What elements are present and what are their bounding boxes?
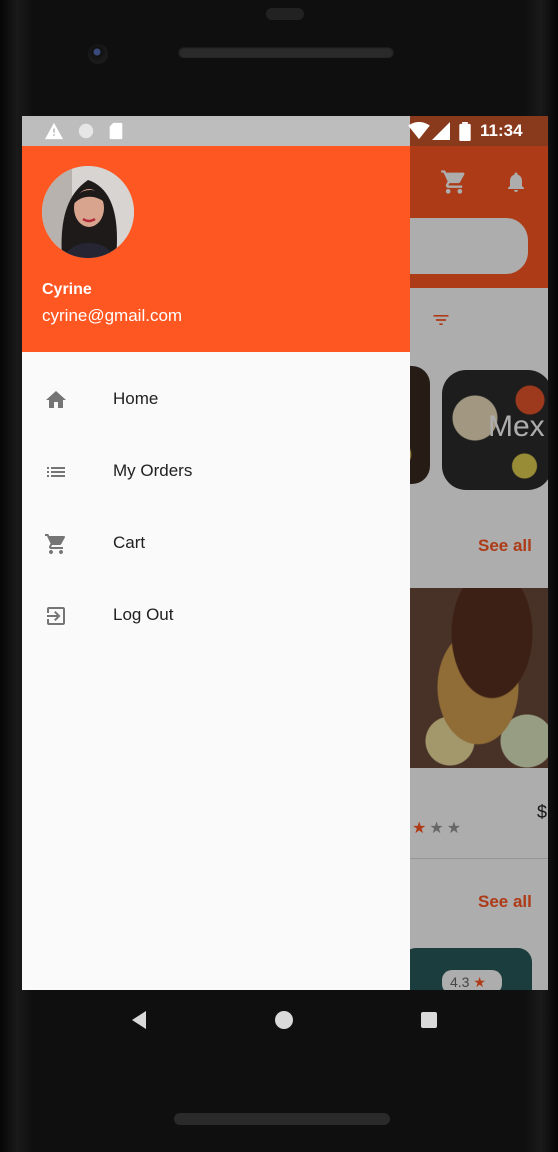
drawer-header: Cyrine cyrine@gmail.com bbox=[22, 146, 410, 352]
recent-apps-icon[interactable] bbox=[421, 1012, 437, 1028]
logout-icon bbox=[47, 607, 65, 625]
navigation-drawer: Cyrine cyrine@gmail.com Home My Orders C… bbox=[22, 146, 410, 990]
menu-item-cart[interactable]: Cart bbox=[22, 508, 410, 580]
menu-item-log-out[interactable]: Log Out bbox=[22, 580, 410, 652]
drawer-menu: Home My Orders Cart Log Out bbox=[22, 364, 410, 652]
home-icon bbox=[46, 391, 66, 408]
status-time: 11:34 bbox=[480, 121, 523, 140]
menu-item-label: My Orders bbox=[113, 461, 193, 480]
battery-icon bbox=[459, 122, 471, 141]
user-avatar-image bbox=[42, 166, 134, 258]
wifi-icon bbox=[408, 122, 430, 140]
cart-icon bbox=[45, 534, 66, 554]
sim-card-icon bbox=[109, 122, 123, 140]
menu-item-label: Home bbox=[113, 389, 159, 408]
user-email: cyrine@gmail.com bbox=[42, 306, 183, 325]
home-button-icon[interactable] bbox=[275, 1011, 293, 1029]
circle-status-icon bbox=[78, 123, 94, 139]
warning-icon bbox=[45, 122, 63, 140]
menu-item-label: Cart bbox=[113, 533, 146, 552]
screen: Mex See all $ ★★★ See all 4.3 ★ 11:34 Cy… bbox=[22, 116, 548, 990]
bottom-speaker bbox=[174, 1113, 390, 1125]
front-camera bbox=[88, 44, 108, 64]
list-icon bbox=[47, 467, 65, 477]
avatar[interactable] bbox=[42, 166, 134, 258]
status-bar: 11:34 bbox=[22, 116, 548, 146]
phone-frame: Mex See all $ ★★★ See all 4.3 ★ 11:34 Cy… bbox=[0, 0, 558, 1152]
menu-item-my-orders[interactable]: My Orders bbox=[22, 436, 410, 508]
menu-item-home[interactable]: Home bbox=[22, 364, 410, 436]
back-icon[interactable] bbox=[130, 1010, 148, 1030]
menu-item-label: Log Out bbox=[113, 605, 174, 624]
earpiece-speaker bbox=[178, 46, 394, 58]
cell-signal-icon bbox=[432, 122, 450, 140]
user-name: Cyrine bbox=[42, 281, 92, 298]
top-notch bbox=[266, 8, 304, 20]
